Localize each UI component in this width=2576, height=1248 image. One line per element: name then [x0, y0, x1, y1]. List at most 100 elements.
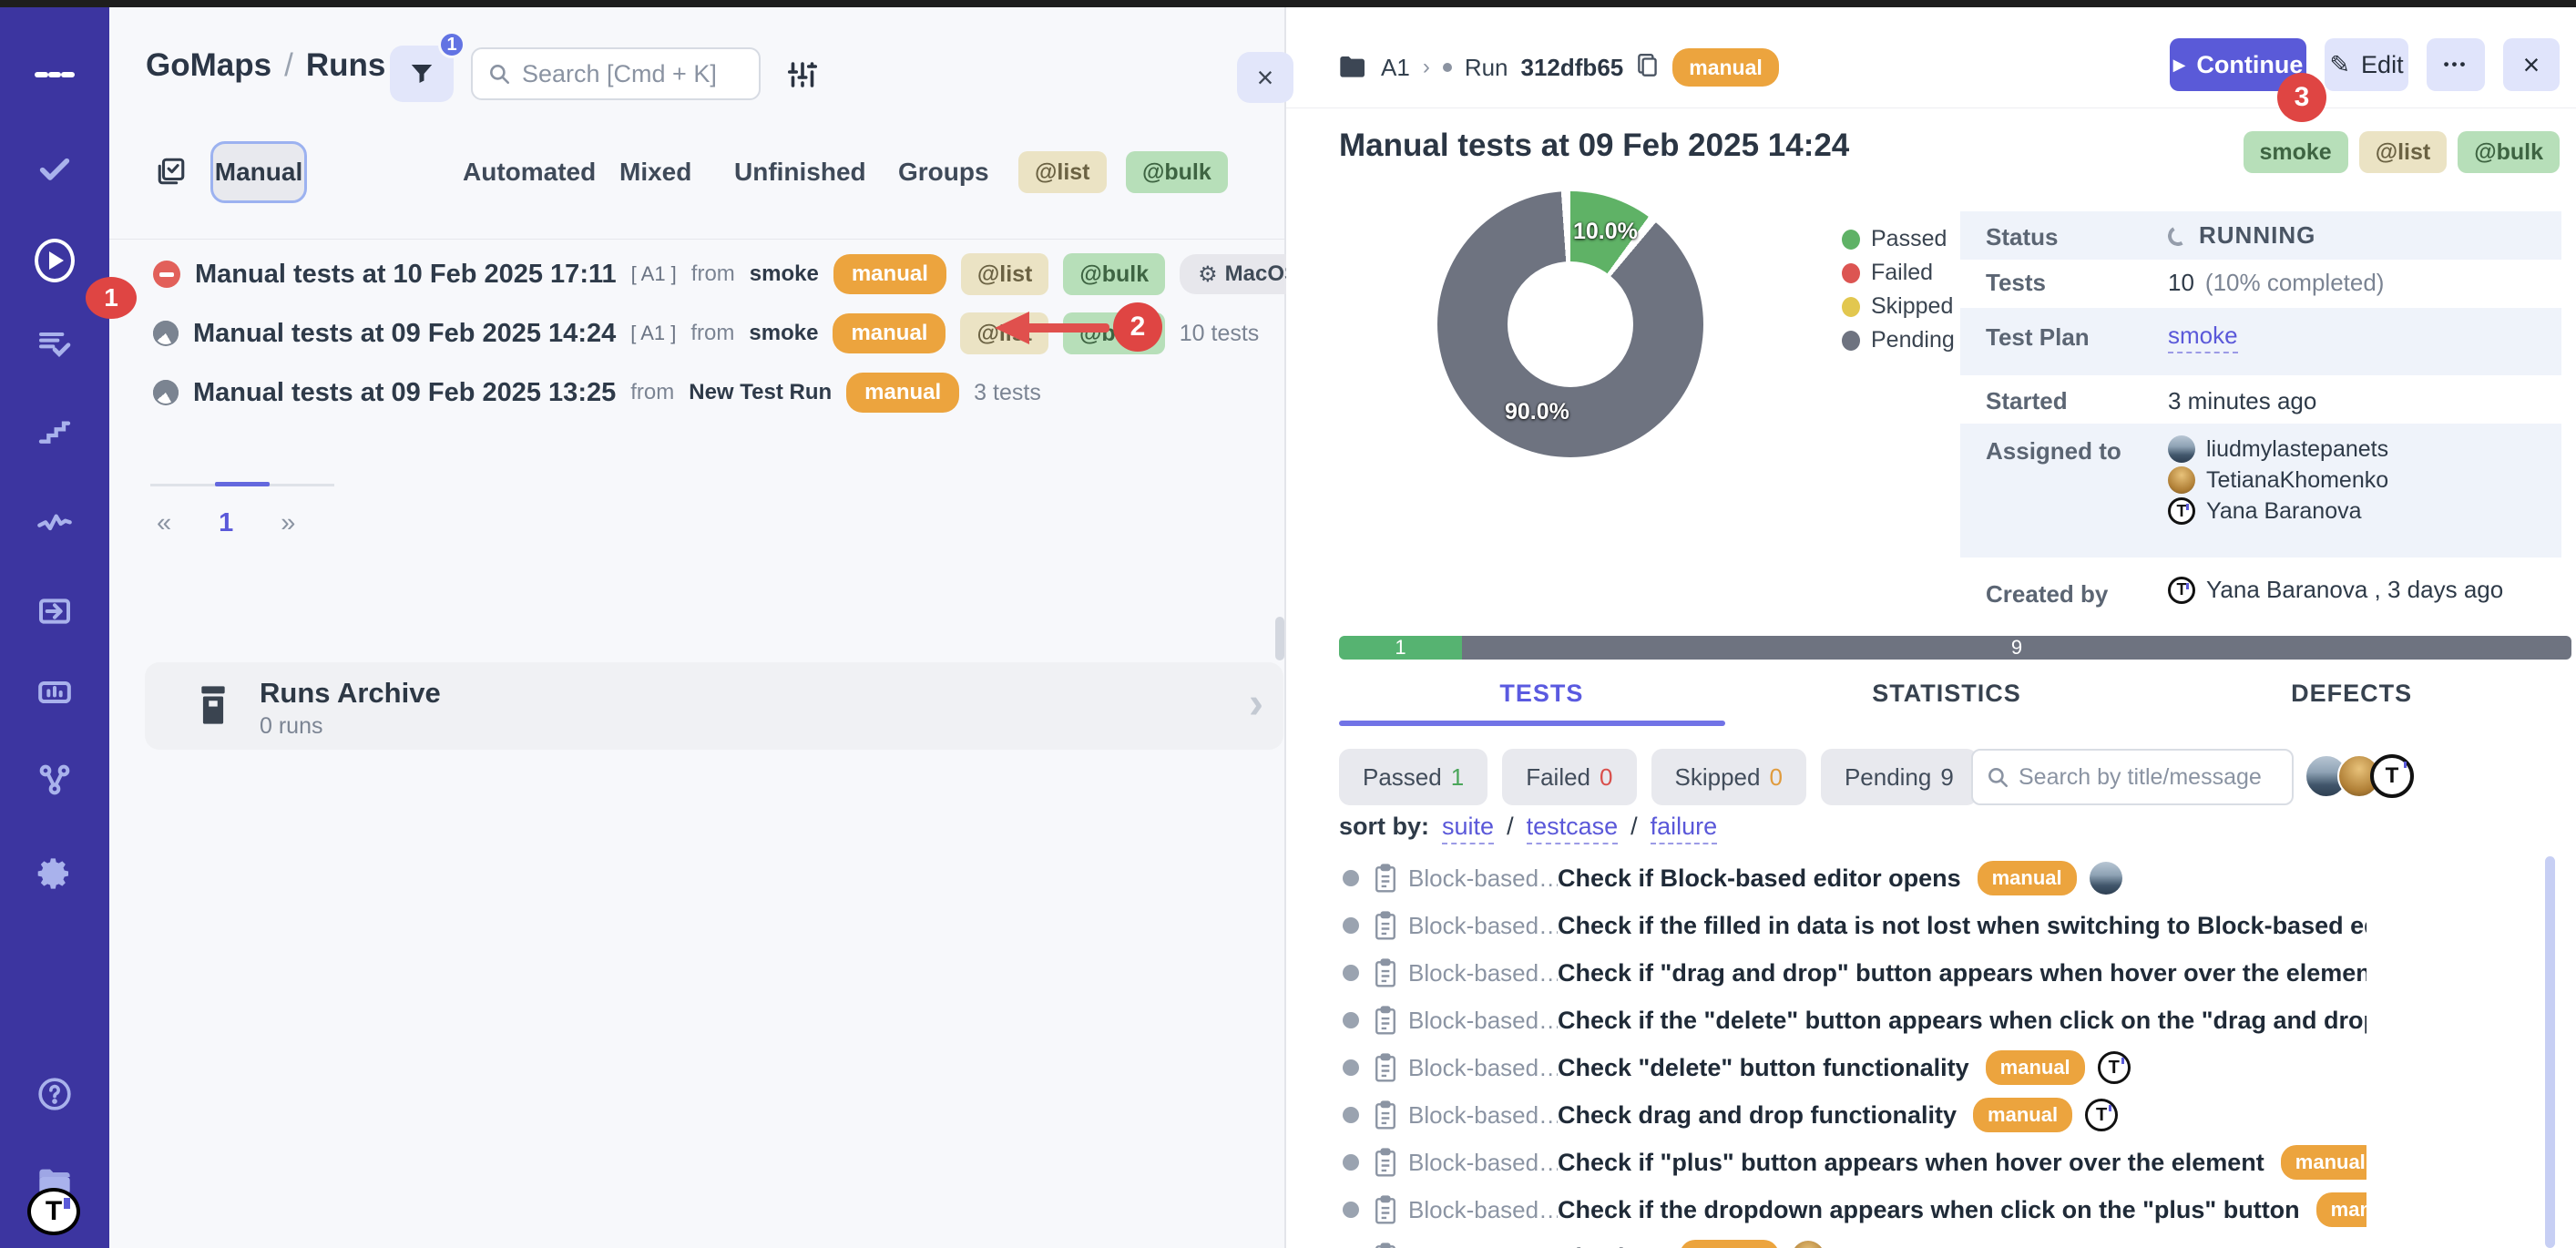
- test-row[interactable]: Block-based… Check "delete" button funct…: [1286, 1044, 2366, 1091]
- test-title[interactable]: Check if Block-based editor opens: [1558, 864, 1961, 893]
- scrollbar-thumb[interactable]: [2545, 856, 2555, 1248]
- filter-pending[interactable]: Pending9: [1821, 749, 1978, 805]
- progress-passed-segment: 1: [1339, 636, 1462, 660]
- more-button[interactable]: •••: [2427, 38, 2485, 91]
- run-id[interactable]: 312dfb65: [1521, 54, 1624, 82]
- run-title[interactable]: Manual tests at 09 Feb 2025 14:24: [193, 319, 616, 349]
- suite-name[interactable]: Block-based…: [1408, 1101, 1558, 1130]
- help-icon[interactable]: [35, 1074, 75, 1114]
- tests-search[interactable]: [1971, 749, 2294, 805]
- edit-button[interactable]: ✎ Edit: [2325, 38, 2408, 91]
- run-title[interactable]: Manual tests at 10 Feb 2025 17:11: [195, 260, 617, 290]
- chevron-right-icon[interactable]: ›: [1249, 679, 1263, 729]
- reports-chart-icon[interactable]: [35, 672, 75, 712]
- view-settings-icon[interactable]: [786, 58, 819, 91]
- test-title[interactable]: Check drag and drop functionality: [1558, 1101, 1957, 1130]
- test-row[interactable]: Block-based… Check if Block-based editor…: [1286, 854, 2366, 902]
- copy-icon[interactable]: [1636, 52, 1660, 84]
- test-row[interactable]: Block-based… Check if the dropdown appea…: [1286, 1186, 2366, 1233]
- runs-search[interactable]: [471, 47, 761, 100]
- tab-groups[interactable]: Groups: [898, 141, 989, 203]
- donut-pending-label: 90.0%: [1505, 399, 1569, 425]
- tab-tag-list[interactable]: @list: [1018, 151, 1107, 193]
- run-list-item[interactable]: Manual tests at 09 Feb 2025 14:24 [ A1 ]…: [153, 304, 1259, 363]
- suite-name[interactable]: Block-based…: [1408, 1054, 1558, 1082]
- tag-smoke[interactable]: smoke: [2244, 131, 2348, 173]
- close-run-button[interactable]: ×: [2503, 38, 2560, 91]
- suite-name[interactable]: Block-based…: [1408, 1149, 1558, 1177]
- tag-bulk[interactable]: @bulk: [2458, 131, 2560, 173]
- tab-manual[interactable]: Manual: [210, 141, 307, 203]
- tab-automated[interactable]: Automated: [463, 141, 596, 203]
- test-row[interactable]: Block-based… Check if "drag and drop" bu…: [1286, 949, 2366, 997]
- filter-passed[interactable]: Passed1: [1339, 749, 1487, 805]
- test-title[interactable]: Check if the "delete" button appears whe…: [1558, 1007, 2366, 1035]
- sort-by-failure[interactable]: failure: [1651, 813, 1718, 844]
- project-name[interactable]: GoMaps: [146, 47, 271, 84]
- user-avatar[interactable]: T: [27, 1188, 80, 1235]
- test-plan-link[interactable]: smoke: [2168, 322, 2238, 353]
- test-row[interactable]: Block-based… Check drag and drop functio…: [1286, 1091, 2366, 1139]
- close-panel-button[interactable]: ×: [1237, 52, 1293, 103]
- breadcrumb-folder[interactable]: A1: [1381, 54, 1410, 82]
- test-title[interactable]: Check …: [1558, 1243, 1663, 1248]
- tab-tag-bulk[interactable]: @bulk: [1126, 151, 1228, 193]
- assignee[interactable]: liudmylastepanets: [2168, 435, 2388, 463]
- tab-mixed[interactable]: Mixed: [619, 141, 691, 203]
- import-icon[interactable]: [35, 591, 75, 631]
- manual-badge: manual: [833, 313, 946, 353]
- test-row[interactable]: Block-based… Check if the "delete" butto…: [1286, 997, 2366, 1044]
- pagination-active-indicator: [215, 482, 270, 486]
- settings-gear-icon[interactable]: [35, 854, 75, 894]
- run-detail-tabs: TESTS STATISTICS DEFECTS: [1339, 680, 2554, 708]
- sort-by-testcase[interactable]: testcase: [1527, 813, 1619, 844]
- test-plans-icon[interactable]: [35, 323, 75, 363]
- suite-name[interactable]: Block-based…: [1408, 1243, 1558, 1248]
- versions-branch-icon[interactable]: [35, 760, 75, 800]
- manual-badge: manual: [1978, 861, 2077, 895]
- search-input[interactable]: [522, 60, 744, 88]
- divider: [109, 239, 1284, 240]
- tab-statistics[interactable]: STATISTICS: [1744, 680, 2150, 708]
- scrollbar-thumb[interactable]: [1275, 617, 1284, 660]
- page-prev-button[interactable]: «: [157, 508, 171, 538]
- assignee[interactable]: TetianaKhomenko: [2168, 466, 2388, 494]
- run-title: Manual tests at 09 Feb 2025 14:24: [1339, 128, 1849, 164]
- milestones-steps-icon[interactable]: [35, 411, 75, 451]
- test-row[interactable]: Block-based… Check if the filled in data…: [1286, 902, 2366, 949]
- tab-defects[interactable]: DEFECTS: [2149, 680, 2554, 708]
- pending-status-dot: [1343, 1107, 1359, 1123]
- assignee[interactable]: T Yana Baranova: [2168, 497, 2388, 525]
- suite-name[interactable]: Block-based…: [1408, 1196, 1558, 1224]
- test-title[interactable]: Check if "drag and drop" button appears …: [1558, 959, 2366, 987]
- suite-name[interactable]: Block-based…: [1408, 912, 1558, 940]
- run-list-item[interactable]: Manual tests at 09 Feb 2025 13:25 from N…: [153, 363, 1041, 422]
- page-current[interactable]: 1: [219, 508, 233, 538]
- page-next-button[interactable]: »: [281, 508, 295, 538]
- sort-label: sort by:: [1339, 813, 1429, 841]
- tests-check-icon[interactable]: [35, 148, 75, 189]
- run-title[interactable]: Manual tests at 09 Feb 2025 13:25: [193, 378, 616, 408]
- tab-unfinished[interactable]: Unfinished: [734, 141, 866, 203]
- suite-name[interactable]: Block-based…: [1408, 959, 1558, 987]
- test-title[interactable]: Check if the filled in data is not lost …: [1558, 912, 2366, 940]
- menu-icon[interactable]: [35, 55, 75, 95]
- sort-by-suite[interactable]: suite: [1442, 813, 1494, 844]
- filter-skipped[interactable]: Skipped0: [1651, 749, 1806, 805]
- tab-tests[interactable]: TESTS: [1339, 680, 1744, 708]
- test-row[interactable]: Block-based… Check if "plus" button appe…: [1286, 1139, 2366, 1186]
- test-title[interactable]: Check "delete" button functionality: [1558, 1054, 1969, 1082]
- tag-list[interactable]: @list: [2359, 131, 2448, 173]
- activity-pulse-icon[interactable]: [35, 504, 75, 544]
- select-all-icon[interactable]: [156, 156, 187, 187]
- test-title[interactable]: Check if "plus" button appears when hove…: [1558, 1149, 2264, 1177]
- filter-failed[interactable]: Failed0: [1502, 749, 1636, 805]
- runs-play-icon[interactable]: [35, 240, 75, 281]
- suite-name[interactable]: Block-based…: [1408, 864, 1558, 893]
- tests-search-input[interactable]: [2019, 764, 2279, 791]
- runs-archive-card[interactable]: Runs Archive 0 runs ›: [145, 662, 1283, 750]
- assignee-avatars[interactable]: T: [2305, 754, 2414, 798]
- test-title[interactable]: Check if the dropdown appears when click…: [1558, 1196, 2300, 1224]
- test-row[interactable]: Block-based… Check … manual: [1286, 1233, 2366, 1248]
- suite-name[interactable]: Block-based…: [1408, 1007, 1558, 1035]
